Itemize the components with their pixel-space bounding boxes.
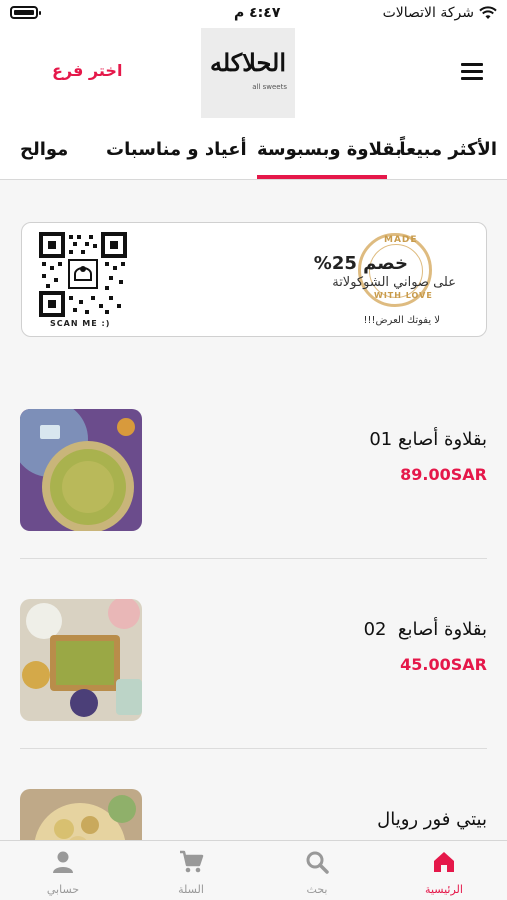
nav-account[interactable]: حسابي xyxy=(23,841,103,900)
nav-cart[interactable]: السلة xyxy=(151,841,231,900)
product-card[interactable]: بقلاوة أصابع 02 45.00SAR xyxy=(20,599,487,721)
wifi-icon xyxy=(479,6,497,19)
status-carrier: شركة الاتصالات xyxy=(383,5,497,21)
bottom-navigation: الرئيسية بحث السلة حسابي xyxy=(0,840,507,900)
stamp-text-top: MADE xyxy=(384,235,418,245)
status-bar: ٤:٤٧ م شركة الاتصالات xyxy=(0,0,507,28)
logo-subtitle: all sweets xyxy=(252,83,287,91)
brand-logo: الحلاكله all sweets xyxy=(201,28,295,118)
tab-baklava-basbousa[interactable]: بقلاوة وبسبوسة xyxy=(257,139,402,160)
carrier-name: شركة الاتصالات xyxy=(382,5,474,21)
account-icon xyxy=(53,851,73,873)
product-image xyxy=(20,409,142,531)
promo-note: لا يفوتك العرض!!! xyxy=(363,315,440,326)
nav-home[interactable]: الرئيسية xyxy=(404,841,484,900)
product-price: 45.00SAR xyxy=(400,655,487,674)
tab-best-sellers[interactable]: الأكثر مبيعاً xyxy=(399,139,497,160)
battery-icon xyxy=(10,6,41,19)
product-name: بيتي فور رويال xyxy=(377,809,487,830)
product-image xyxy=(20,599,142,721)
scan-me-label: SCAN ME :) xyxy=(50,319,111,328)
status-time: ٤:٤٧ م xyxy=(234,5,281,21)
product-name: بقلاوة أصابع 02 xyxy=(363,619,487,640)
cart-icon xyxy=(180,850,204,873)
tab-holidays-occasions[interactable]: أعياد و مناسبات xyxy=(106,139,247,160)
divider xyxy=(20,748,487,749)
nav-search-label: بحث xyxy=(306,883,328,896)
product-card[interactable]: بقلاوة أصابع 01 89.00SAR xyxy=(20,409,487,531)
nav-account-label: حسابي xyxy=(46,883,80,896)
home-icon xyxy=(434,852,454,872)
product-name: بقلاوة أصابع 01 xyxy=(369,429,487,450)
promo-banner[interactable]: SCAN ME :) MADE WITH LOVE خصم 25% على صو… xyxy=(21,222,487,337)
nav-home-label: الرئيسية xyxy=(425,883,463,896)
promo-subtitle: على صواني الشوكولاتة xyxy=(332,275,456,290)
choose-branch-button[interactable]: اختر فرع xyxy=(52,61,122,80)
logo-text: الحلاكله xyxy=(209,48,287,77)
product-price: 89.00SAR xyxy=(400,465,487,484)
tab-savories[interactable]: موالح xyxy=(20,139,68,160)
divider xyxy=(20,558,487,559)
nav-cart-label: السلة xyxy=(178,883,204,896)
active-tab-indicator xyxy=(257,175,387,179)
promo-title: خصم 25% xyxy=(313,253,408,274)
hamburger-menu-icon[interactable] xyxy=(461,63,483,80)
app-header: اختر فرع الحلاكله all sweets xyxy=(0,28,507,123)
qr-code-icon xyxy=(39,232,127,317)
stamp-text-bottom: WITH LOVE xyxy=(374,291,433,300)
category-tabs: الأكثر مبيعاً بقلاوة وبسبوسة أعياد و منا… xyxy=(0,123,507,180)
nav-search[interactable]: بحث xyxy=(277,841,357,900)
search-icon xyxy=(306,851,329,874)
